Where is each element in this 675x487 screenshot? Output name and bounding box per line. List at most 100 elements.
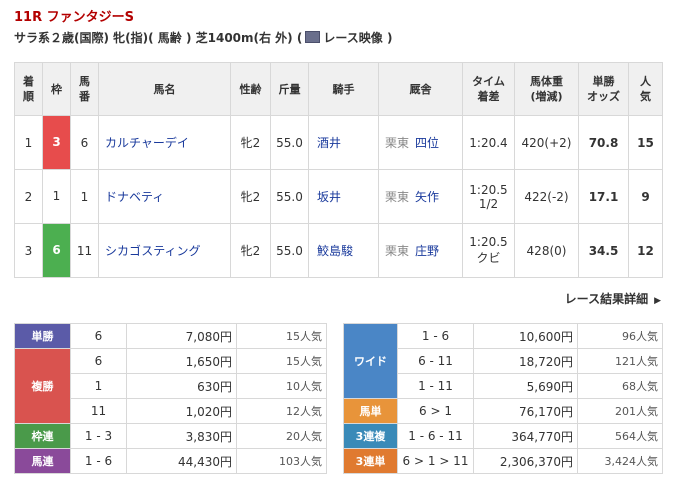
umaban-cell: 6	[70, 115, 99, 170]
payout-ninki: 3,424人気	[577, 448, 663, 474]
jockey-link[interactable]: 酒井	[308, 115, 379, 170]
payout-label-wide: ワイド	[343, 323, 398, 399]
waku-cell: 3	[42, 115, 71, 170]
payout-combo: 1 - 6 - 11	[397, 423, 474, 449]
waku-cell: 6	[42, 223, 71, 278]
jockey-link[interactable]: 鮫島駿	[308, 223, 379, 278]
payout-combo: 6 > 1	[397, 398, 474, 424]
popularity-cell: 9	[628, 169, 663, 224]
race-title: 11R ファンタジーS	[14, 10, 134, 25]
time-cell: 1:20.5 クビ	[462, 223, 515, 278]
header-body: 馬体重 (増減)	[514, 62, 579, 116]
popularity-cell: 15	[628, 115, 663, 170]
payout-yen: 7,080円	[126, 323, 237, 349]
payout-row: 馬連 1 - 6 44,430円 103人気	[14, 448, 327, 474]
table-row: 1 3 6 カルチャーデイ 牝2 55.0 酒井 栗東 四位 1:20.4 420…	[14, 115, 663, 170]
header-rank: 着順	[14, 62, 43, 116]
trainer-cell[interactable]: 栗東 四位	[378, 115, 463, 170]
payout-label-sanrenpuku: 3連複	[343, 423, 398, 449]
jockey-link[interactable]: 坂井	[308, 169, 379, 224]
payout-row: 馬単 6 > 1 76,170円 201人気	[343, 398, 663, 424]
payout-yen: 3,830円	[126, 423, 237, 449]
odds-cell: 34.5	[578, 223, 629, 278]
trainer-link[interactable]: 矢作	[415, 190, 439, 204]
payout-combo: 1 - 3	[70, 423, 127, 449]
payout-label-fukusho: 複勝	[14, 348, 71, 424]
sexage-cell: 牝2	[230, 115, 271, 170]
umaban-cell: 11	[70, 223, 99, 278]
waku-cell: 1	[42, 169, 71, 224]
odds-cell: 17.1	[578, 169, 629, 224]
payout-combo: 6 - 11	[397, 348, 474, 374]
payout-combo: 1 - 6	[70, 448, 127, 474]
payout-yen: 630円	[126, 373, 237, 399]
payout-ninki: 103人気	[236, 448, 327, 474]
race-video-link[interactable]: レース映像	[323, 31, 382, 45]
header-name: 馬名	[98, 62, 231, 116]
horse-name-link[interactable]: カルチャーデイ	[98, 115, 231, 170]
payout-label-umaren: 馬連	[14, 448, 71, 474]
payout-yen: 364,770円	[473, 423, 578, 449]
header-waku: 枠	[42, 62, 71, 116]
payout-yen: 44,430円	[126, 448, 237, 474]
triangle-right-icon: ▶	[654, 296, 661, 306]
payout-ninki: 96人気	[577, 323, 663, 349]
weight-cell: 55.0	[270, 115, 309, 170]
horse-name-link[interactable]: ドナベティ	[98, 169, 231, 224]
trainer-belong: 栗東	[385, 244, 410, 258]
trainer-cell[interactable]: 栗東 庄野	[378, 223, 463, 278]
payout-combo: 11	[70, 398, 127, 424]
weight-cell: 55.0	[270, 169, 309, 224]
rank-cell: 1	[14, 115, 43, 170]
header-pop: 人気	[628, 62, 663, 116]
race-detail-link[interactable]: レース結果詳細 ▶	[565, 290, 661, 307]
payout-ninki: 15人気	[236, 323, 327, 349]
payout-ninki: 121人気	[577, 348, 663, 374]
trainer-link[interactable]: 庄野	[415, 244, 439, 258]
table-row: 2 1 1 ドナベティ 牝2 55.0 坂井 栗東 矢作 1:20.5 1/2 42…	[14, 169, 663, 224]
payout-yen: 2,306,370円	[473, 448, 578, 474]
payout-row: 複勝 6 1,650円 15人気	[14, 348, 327, 424]
payout-row: 単勝 6 7,080円 15人気	[14, 323, 327, 349]
header-odds: 単勝 オッズ	[578, 62, 629, 116]
table-row: 3 6 11 シカゴスティング 牝2 55.0 鮫島駿 栗東 庄野 1:20.5 ク…	[14, 223, 663, 278]
payout-yen: 18,720円	[473, 348, 578, 374]
trainer-link[interactable]: 四位	[415, 136, 439, 150]
header-jockey: 騎手	[308, 62, 379, 116]
payout-label-sanrentan: 3連単	[343, 448, 398, 474]
payout-label-umatan: 馬単	[343, 398, 398, 424]
payout-table-right: ワイド 1 - 6 10,600円 96人気 6 - 11 18,720円 12…	[343, 323, 663, 474]
payout-combo: 1 - 6	[397, 323, 474, 349]
payout-yen: 76,170円	[473, 398, 578, 424]
header-umaban: 馬番	[70, 62, 99, 116]
race-conditions-close: )	[386, 31, 393, 45]
payout-combo: 6	[70, 348, 127, 374]
payout-ninki: 20人気	[236, 423, 327, 449]
payout-row: 枠連 1 - 3 3,830円 20人気	[14, 423, 327, 449]
rank-cell: 2	[14, 169, 43, 224]
payout-yen: 5,690円	[473, 373, 578, 399]
payout-row: 3連単 6 > 1 > 11 2,306,370円 3,424人気	[343, 448, 663, 474]
header-sexage: 性齢	[230, 62, 271, 116]
race-conditions-text: サラ系２歳(国際) 牝(指)( 馬齢 ) 芝1400m(右 外) (	[14, 31, 303, 45]
horse-name-link[interactable]: シカゴスティング	[98, 223, 231, 278]
body-weight-cell: 420(+2)	[514, 115, 579, 170]
rank-cell: 3	[14, 223, 43, 278]
header-trainer: 厩舎	[378, 62, 463, 116]
sexage-cell: 牝2	[230, 169, 271, 224]
payout-combo: 6	[70, 323, 127, 349]
time-cell: 1:20.4	[462, 115, 515, 170]
payout-combo: 6 > 1 > 11	[397, 448, 474, 474]
payout-yen: 1,020円	[126, 398, 237, 424]
payout-ninki: 15人気	[236, 348, 327, 374]
video-icon[interactable]	[305, 31, 321, 43]
body-weight-cell: 428(0)	[514, 223, 579, 278]
payout-row: ワイド 1 - 6 10,600円 96人気	[343, 323, 663, 399]
sexage-cell: 牝2	[230, 223, 271, 278]
odds-cell: 70.8	[578, 115, 629, 170]
payout-ninki: 12人気	[236, 398, 327, 424]
trainer-cell[interactable]: 栗東 矢作	[378, 169, 463, 224]
waku-badge: 1	[43, 170, 70, 223]
payout-table-left: 単勝 6 7,080円 15人気 複勝 6 1,650円 15人気 1 630円…	[14, 323, 327, 474]
trainer-belong: 栗東	[385, 190, 410, 204]
